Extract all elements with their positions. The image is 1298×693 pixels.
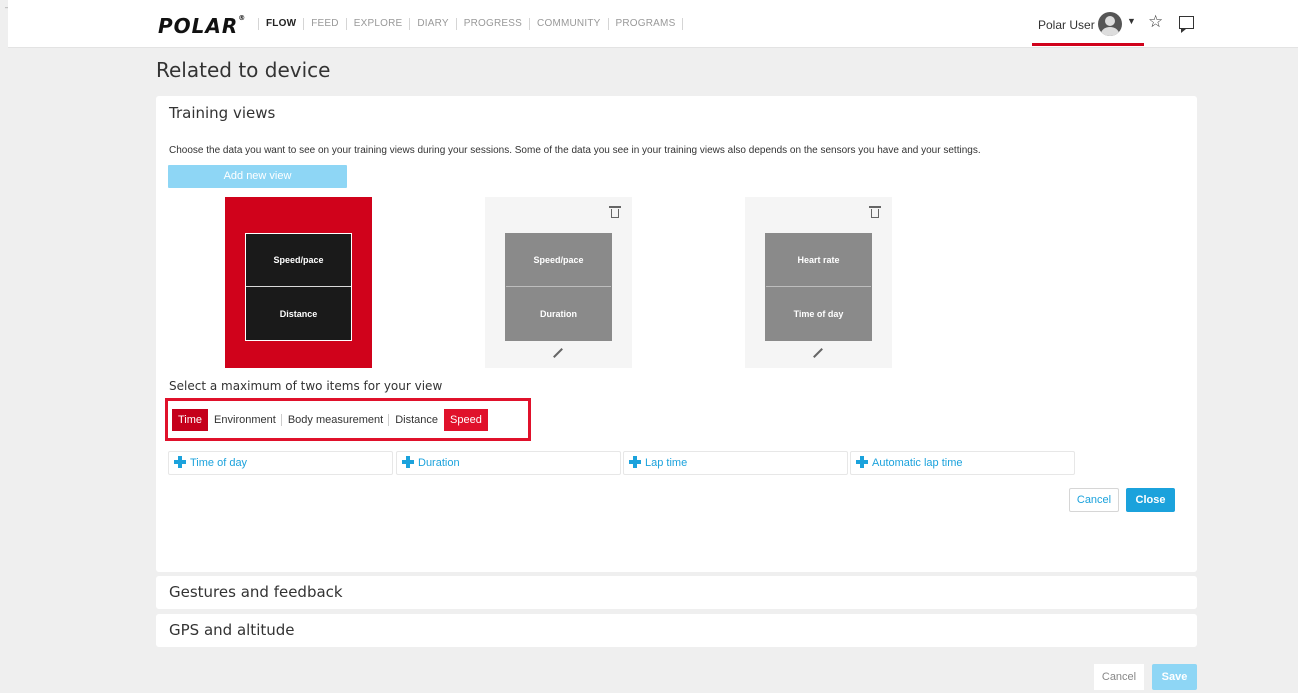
view-screen: Speed/pace Distance xyxy=(245,233,352,341)
tab-speed[interactable]: Speed xyxy=(444,409,488,431)
option-label: Lap time xyxy=(645,457,688,469)
edit-pencil-icon[interactable] xyxy=(553,348,563,358)
tab-time[interactable]: Time xyxy=(172,409,209,431)
tab-distance[interactable]: Distance xyxy=(389,409,444,431)
nav-flow[interactable]: FLOW xyxy=(258,18,305,30)
view-screen: Speed/pace Duration xyxy=(505,233,612,341)
main-nav: FLOW FEED EXPLORE DIARY PROGRESS COMMUNI… xyxy=(258,18,684,30)
edit-pencil-icon[interactable] xyxy=(813,348,823,358)
user-menu[interactable]: Polar User ▼ xyxy=(1032,10,1144,46)
option-time-of-day[interactable]: Time of day xyxy=(168,451,393,475)
plus-icon xyxy=(174,456,186,468)
footer-cancel-button[interactable]: Cancel xyxy=(1094,664,1144,690)
plus-icon xyxy=(402,456,414,468)
view-field[interactable]: Distance xyxy=(246,287,351,340)
star-icon[interactable]: ☆ xyxy=(1148,12,1163,32)
tab-environment[interactable]: Environment xyxy=(208,409,282,431)
option-duration[interactable]: Duration xyxy=(396,451,621,475)
polar-logo[interactable]: POLAR® xyxy=(158,14,246,38)
trash-icon[interactable] xyxy=(609,206,621,218)
view-field[interactable]: Duration xyxy=(506,287,611,340)
top-navigation-bar: POLAR® FLOW FEED EXPLORE DIARY PROGRESS … xyxy=(8,0,1298,48)
footer-save-button[interactable]: Save xyxy=(1152,664,1197,690)
training-views-description: Choose the data you want to see on your … xyxy=(169,145,981,156)
option-label: Time of day xyxy=(190,457,248,469)
view-field[interactable]: Heart rate xyxy=(766,234,871,287)
training-views-title[interactable]: Training views xyxy=(169,104,275,122)
view-field[interactable]: Time of day xyxy=(766,287,871,340)
page-title: Related to device xyxy=(156,58,331,82)
view-screen: Heart rate Time of day xyxy=(765,233,872,341)
add-new-view-button[interactable]: Add new view xyxy=(168,165,347,188)
caret-down-icon: ▼ xyxy=(1127,16,1136,26)
user-name: Polar User xyxy=(1038,18,1095,32)
nav-progress[interactable]: PROGRESS xyxy=(457,18,531,30)
option-lap-time[interactable]: Lap time xyxy=(623,451,848,475)
trash-icon[interactable] xyxy=(869,206,881,218)
message-icon[interactable] xyxy=(1179,16,1194,33)
option-label: Automatic lap time xyxy=(872,457,963,469)
option-automatic-lap-time[interactable]: Automatic lap time xyxy=(850,451,1075,475)
category-highlight-box: Time Environment Body measurement Distan… xyxy=(165,398,531,441)
section-gps-and-altitude[interactable]: GPS and altitude xyxy=(156,614,1197,647)
nav-feed[interactable]: FEED xyxy=(304,18,347,30)
view-field[interactable]: Speed/pace xyxy=(506,234,611,287)
training-views-card: Training views Choose the data you want … xyxy=(156,96,1197,572)
close-button[interactable]: Close xyxy=(1126,488,1175,512)
nav-diary[interactable]: DIARY xyxy=(410,18,457,30)
tab-body-measurement[interactable]: Body measurement xyxy=(282,409,390,431)
view-field[interactable]: Speed/pace xyxy=(246,234,351,287)
plus-icon xyxy=(629,456,641,468)
training-view-3[interactable]: Heart rate Time of day xyxy=(745,197,892,368)
training-view-2[interactable]: Speed/pace Duration xyxy=(485,197,632,368)
option-label: Duration xyxy=(418,457,460,469)
cancel-button[interactable]: Cancel xyxy=(1069,488,1119,512)
training-view-1[interactable]: Speed/pace Distance xyxy=(225,197,372,368)
plus-icon xyxy=(856,456,868,468)
nav-community[interactable]: COMMUNITY xyxy=(530,18,609,30)
nav-programs[interactable]: PROGRAMS xyxy=(609,18,684,30)
avatar xyxy=(1098,12,1122,36)
category-tabs: Time Environment Body measurement Distan… xyxy=(172,409,488,431)
select-items-label: Select a maximum of two items for your v… xyxy=(169,379,443,393)
nav-explore[interactable]: EXPLORE xyxy=(347,18,411,30)
section-gestures-and-feedback[interactable]: Gestures and feedback xyxy=(156,576,1197,609)
